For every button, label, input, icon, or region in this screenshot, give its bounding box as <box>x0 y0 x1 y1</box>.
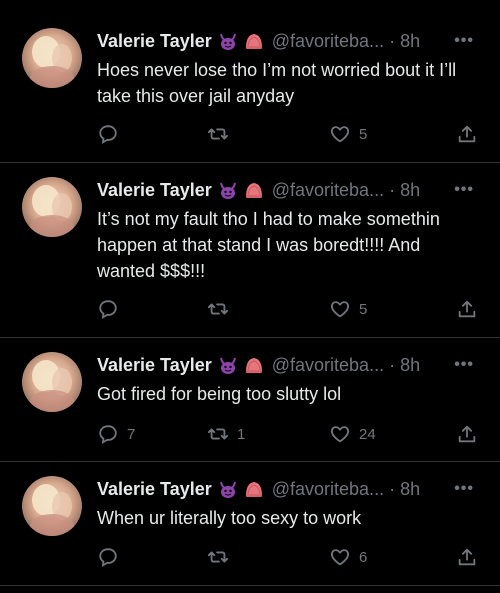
more-options-icon[interactable]: ••• <box>454 177 474 203</box>
separator-dot: · <box>389 179 396 200</box>
avatar[interactable] <box>22 177 82 237</box>
reply-button[interactable] <box>97 545 127 569</box>
share-button[interactable] <box>456 122 478 146</box>
retweet-icon <box>207 546 229 568</box>
retweet-icon <box>207 298 229 320</box>
timeline-feed: Valerie Tayler @favoriteba... · 8h ••• H… <box>0 0 500 593</box>
purple-devil-icon <box>218 31 238 51</box>
retweet-button[interactable] <box>207 122 237 146</box>
timestamp[interactable]: 8h <box>400 31 420 52</box>
user-handle[interactable]: @favoriteba... <box>272 31 384 52</box>
separator-dot: · <box>389 30 396 51</box>
reply-button[interactable] <box>97 297 127 321</box>
avatar[interactable] <box>22 352 82 412</box>
tweet-actions: 7 1 24 <box>97 422 478 446</box>
display-name[interactable]: Valerie Tayler <box>97 31 212 52</box>
like-count: 24 <box>359 425 376 443</box>
reply-button[interactable]: 7 <box>97 422 135 446</box>
retweet-button[interactable] <box>207 545 237 569</box>
heart-icon <box>329 423 351 445</box>
share-button[interactable] <box>456 422 478 446</box>
more-options-icon[interactable]: ••• <box>454 476 474 502</box>
share-button[interactable] <box>456 545 478 569</box>
like-count: 5 <box>359 125 368 143</box>
timestamp[interactable]: 8h <box>400 355 420 376</box>
like-button[interactable]: 5 <box>329 297 367 321</box>
share-icon <box>456 123 478 145</box>
pink-hat-icon <box>244 180 264 200</box>
like-button[interactable]: 24 <box>329 422 376 446</box>
tweet-text: Hoes never lose tho I’m not worried bout… <box>97 60 457 106</box>
pink-hat-icon <box>244 479 264 499</box>
reply-count: 7 <box>127 425 136 443</box>
heart-icon <box>329 298 351 320</box>
reply-icon <box>97 423 119 445</box>
tweet-text: Got fired for being too slutty lol <box>97 384 342 404</box>
tweet-header: Valerie Tayler @favoriteba... · 8h ••• <box>97 476 474 502</box>
like-count: 6 <box>359 548 368 566</box>
retweet-icon <box>207 423 229 445</box>
purple-devil-icon <box>218 479 238 499</box>
tweet[interactable]: Valerie Tayler @favoriteba... · 8h ••• G… <box>0 338 500 462</box>
separator-dot: · <box>389 354 396 375</box>
reply-icon <box>97 123 119 145</box>
timestamp[interactable]: 8h <box>400 479 420 500</box>
like-count: 5 <box>359 300 368 318</box>
retweet-count: 1 <box>237 425 246 443</box>
retweet-icon <box>207 123 229 145</box>
display-name[interactable]: Valerie Tayler <box>97 479 212 500</box>
share-button[interactable] <box>456 297 478 321</box>
heart-icon <box>329 546 351 568</box>
tweet-header: Valerie Tayler @favoriteba... · 8h ••• <box>97 177 474 203</box>
pink-hat-icon <box>244 355 264 375</box>
tweet[interactable]: Valerie Tayler @favoriteba... · 8h ••• W… <box>0 462 500 586</box>
avatar[interactable] <box>22 476 82 536</box>
share-icon <box>456 298 478 320</box>
reply-icon <box>97 546 119 568</box>
like-button[interactable]: 5 <box>329 122 367 146</box>
tweet-text: When ur literally too sexy to work <box>97 508 362 528</box>
heart-icon <box>329 123 351 145</box>
reply-button[interactable] <box>97 122 127 146</box>
user-handle[interactable]: @favoriteba... <box>272 180 384 201</box>
more-options-icon[interactable]: ••• <box>454 352 474 378</box>
reply-icon <box>97 298 119 320</box>
tweet-header: Valerie Tayler @favoriteba... · 8h ••• <box>97 352 474 378</box>
tweet-text: It’s not my fault tho I had to make some… <box>97 209 440 281</box>
timestamp[interactable]: 8h <box>400 180 420 201</box>
retweet-button[interactable]: 1 <box>207 422 245 446</box>
avatar[interactable] <box>22 28 82 88</box>
tweet-actions: 5 <box>97 122 478 146</box>
share-icon <box>456 423 478 445</box>
purple-devil-icon <box>218 355 238 375</box>
purple-devil-icon <box>218 180 238 200</box>
share-icon <box>456 546 478 568</box>
more-options-icon[interactable]: ••• <box>454 28 474 54</box>
tweet-actions: 5 <box>97 297 478 321</box>
user-handle[interactable]: @favoriteba... <box>272 479 384 500</box>
retweet-button[interactable] <box>207 297 237 321</box>
separator-dot: · <box>389 478 396 499</box>
tweet[interactable]: Valerie Tayler @favoriteba... · 8h ••• H… <box>0 0 500 163</box>
display-name[interactable]: Valerie Tayler <box>97 180 212 201</box>
tweet[interactable]: Valerie Tayler @favoriteba... · 8h ••• I… <box>0 163 500 338</box>
tweet-actions: 6 <box>97 545 478 569</box>
user-handle[interactable]: @favoriteba... <box>272 355 384 376</box>
tweet-header: Valerie Tayler @favoriteba... · 8h ••• <box>97 28 474 54</box>
pink-hat-icon <box>244 31 264 51</box>
like-button[interactable]: 6 <box>329 545 367 569</box>
display-name[interactable]: Valerie Tayler <box>97 355 212 376</box>
